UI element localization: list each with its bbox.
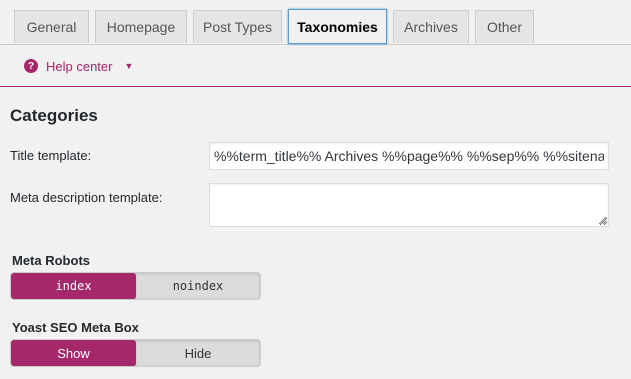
meta-robots-index-option[interactable]: index (11, 273, 136, 299)
meta-description-label: Meta description template: (10, 190, 163, 205)
meta-box-show-option[interactable]: Show (11, 340, 136, 366)
tab-taxonomies[interactable]: Taxonomies (288, 9, 387, 44)
caret-down-icon: ▼ (124, 61, 134, 71)
meta-robots-toggle: index noindex (10, 272, 261, 300)
title-template-label: Title template: (10, 148, 92, 163)
tab-homepage[interactable]: Homepage (95, 10, 187, 43)
meta-box-hide-option[interactable]: Hide (136, 340, 260, 366)
help-center-label: Help center (46, 58, 113, 74)
meta-robots-heading: Meta Robots (12, 253, 90, 268)
settings-tab-bar: General Homepage Post Types Taxonomies A… (0, 0, 631, 45)
meta-robots-noindex-option[interactable]: noindex (136, 273, 260, 299)
question-mark-icon: ? (24, 59, 38, 73)
section-title: Categories (10, 106, 98, 125)
help-center-toggle[interactable]: ? Help center ▼ (24, 56, 133, 76)
meta-description-textarea[interactable] (209, 183, 609, 227)
help-center-divider (0, 86, 631, 87)
meta-box-heading: Yoast SEO Meta Box (12, 320, 139, 335)
tab-archives[interactable]: Archives (393, 10, 469, 43)
tab-general[interactable]: General (14, 10, 89, 43)
title-template-input[interactable] (209, 142, 609, 170)
tab-other[interactable]: Other (475, 10, 534, 43)
meta-box-toggle: Show Hide (10, 339, 261, 367)
tab-post-types[interactable]: Post Types (193, 10, 282, 43)
